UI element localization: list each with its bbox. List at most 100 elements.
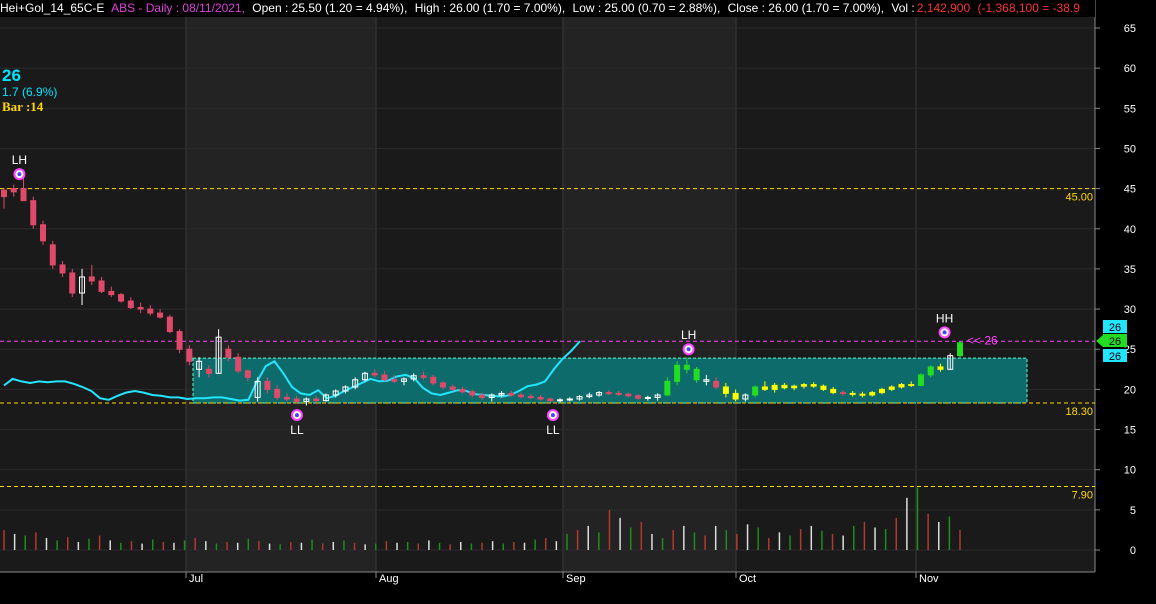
y-tick-label: 45 xyxy=(1124,184,1136,196)
y-tick-label: 40 xyxy=(1124,224,1136,236)
candle-body xyxy=(693,368,700,381)
plot-background xyxy=(0,17,1095,572)
candle-body xyxy=(98,280,105,292)
candle-body xyxy=(459,388,466,393)
candle-body xyxy=(566,398,573,401)
candle-body xyxy=(449,386,456,390)
vol-change: (-1,368,100 = -38.9 xyxy=(977,1,1080,15)
candle-body xyxy=(264,380,271,390)
candle-body xyxy=(927,366,934,376)
price-tag: 26 xyxy=(1109,351,1121,363)
last-price: 26 xyxy=(2,66,21,85)
candle-body xyxy=(293,398,300,402)
candle-body xyxy=(820,385,827,390)
candle-body xyxy=(479,394,485,398)
y-tick-label: 5 xyxy=(1130,505,1136,517)
candle-body xyxy=(420,375,427,378)
candle-body xyxy=(664,380,671,396)
low-value: Low : 25.00 (0.70 = 2.88%), xyxy=(572,1,721,15)
candle-body xyxy=(469,391,476,396)
candle-body xyxy=(235,356,242,372)
candle-body xyxy=(166,316,173,333)
month-band xyxy=(186,17,376,572)
price-chart[interactable]: 65605550454035302520151050Jul Aug Sep Oct No… xyxy=(0,0,1156,599)
x-tick-label: Sep xyxy=(566,573,586,585)
candle-body xyxy=(127,300,134,308)
candle-body xyxy=(283,396,290,400)
candle-body xyxy=(937,366,944,370)
candle-body xyxy=(722,386,729,394)
month-band xyxy=(563,17,736,572)
candle-body xyxy=(49,244,56,266)
candle-body xyxy=(547,398,554,402)
current-price-marker: << 26 xyxy=(967,333,998,347)
y-tick-label: 55 xyxy=(1124,103,1136,115)
candle-body xyxy=(274,388,281,398)
candle-body xyxy=(732,392,739,400)
candle-body xyxy=(957,342,963,357)
candle-body xyxy=(537,396,544,400)
close-value: Close : 26.00 (1.70 = 7.00%), xyxy=(727,1,885,15)
y-tick-label: 50 xyxy=(1124,143,1136,155)
candle-body xyxy=(40,224,47,242)
pivot-dot xyxy=(550,413,555,418)
candle-body xyxy=(186,348,193,362)
candle-body xyxy=(59,264,66,274)
candle-body xyxy=(430,376,437,384)
candle-body xyxy=(225,348,232,358)
candle-body xyxy=(244,370,251,378)
pivot-dot xyxy=(686,347,691,352)
ticker-interval: ABS - Daily : 08/11/2021, xyxy=(111,1,245,15)
x-tick-label: Jul xyxy=(189,573,203,585)
pivot-dot xyxy=(942,330,947,335)
candle-body xyxy=(869,392,876,396)
candle-body xyxy=(20,188,27,202)
candle-body xyxy=(508,392,515,396)
price-tag: 26 xyxy=(1109,322,1121,334)
open-value: Open : 25.50 (1.20 = 4.94%), xyxy=(252,1,408,15)
candle-body xyxy=(683,364,690,370)
candle-body xyxy=(839,392,846,395)
candle-body xyxy=(644,396,651,399)
pivot-label: LH xyxy=(12,153,27,167)
last-change: 1.7 (6.9%) xyxy=(2,85,58,99)
candle-body xyxy=(781,384,788,389)
y-tick-label: 15 xyxy=(1124,425,1136,437)
pivot-dot xyxy=(294,413,299,418)
level-label: 7.90 xyxy=(1072,490,1093,502)
candle-body xyxy=(878,388,885,394)
pivot-label: HH xyxy=(936,311,953,325)
candle-body xyxy=(830,388,837,394)
candle-body xyxy=(635,395,642,399)
candle-body xyxy=(800,384,807,387)
candle-body xyxy=(88,276,95,282)
x-tick-label: Oct xyxy=(739,573,756,585)
consolidation-zone xyxy=(192,357,1028,404)
candle-body xyxy=(908,384,915,387)
bar-count: Bar :14 xyxy=(2,99,44,114)
y-tick-label: 65 xyxy=(1124,23,1136,35)
chart-area: 65 60 55 50 45 40 35 30 25 20 15 10 5 0 Jul Aug Sep Oct No… xyxy=(0,0,1156,599)
y-tick-label: 0 xyxy=(1130,545,1136,557)
x-tick-label: Aug xyxy=(379,573,399,585)
candle-body xyxy=(810,384,817,387)
pivot-label: LH xyxy=(681,328,696,342)
candle-body xyxy=(313,398,320,402)
candle-body xyxy=(761,386,768,390)
candle-body xyxy=(791,385,798,389)
candle-body xyxy=(898,384,905,388)
candle-body xyxy=(381,374,388,381)
pivot-label: LL xyxy=(546,423,560,437)
candle-body xyxy=(888,386,895,390)
level-label: 45.00 xyxy=(1065,192,1093,204)
symbol-name: Hei+Gol_14_65C-E xyxy=(0,1,105,15)
candle-body xyxy=(849,392,856,395)
candle-body xyxy=(10,188,17,193)
candle-body xyxy=(157,312,164,318)
candle-body xyxy=(674,364,681,382)
candle-body xyxy=(625,393,632,397)
level-label: 18.30 xyxy=(1065,406,1093,418)
high-value: High : 26.00 (1.70 = 7.00%), xyxy=(414,1,566,15)
candle-body xyxy=(147,308,154,314)
candle-body xyxy=(439,382,446,388)
